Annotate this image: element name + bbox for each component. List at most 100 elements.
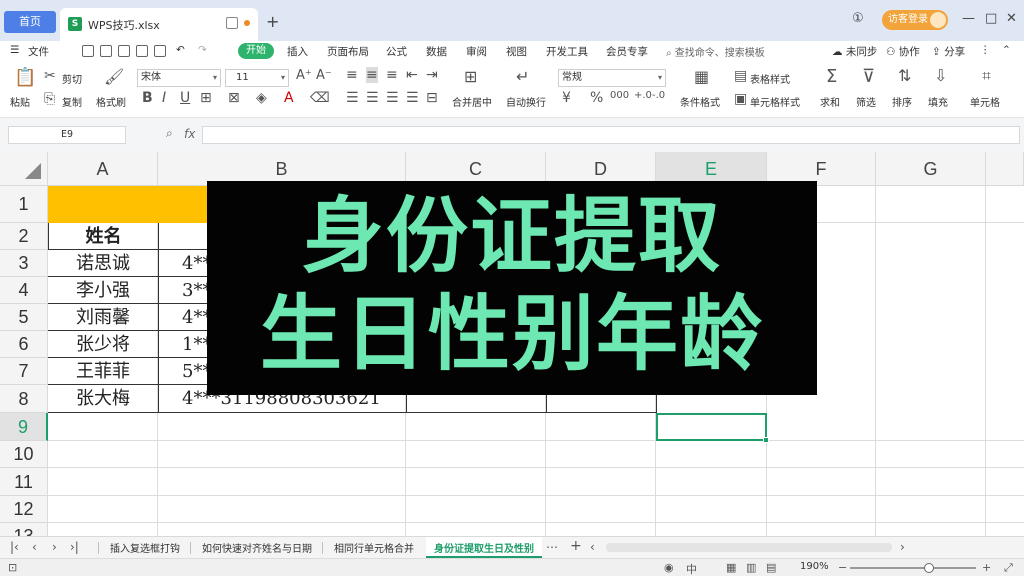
italic-icon[interactable]: I (162, 90, 166, 106)
new-tab-button[interactable]: + (266, 12, 279, 31)
strikethrough-icon[interactable]: ⊠ (228, 90, 240, 106)
paste-button[interactable]: 粘贴 (10, 94, 30, 109)
menu-view[interactable]: 视图 (506, 44, 527, 59)
bold-icon[interactable]: B (142, 90, 153, 106)
share-button[interactable]: ⇪ 分享 (932, 44, 965, 59)
column-header-g[interactable]: G (876, 152, 986, 186)
increase-font-icon[interactable]: A⁺ (296, 68, 312, 83)
next-sheet-icon[interactable]: › (52, 540, 57, 554)
collapse-ribbon-icon[interactable]: ⌃ (1002, 44, 1011, 56)
increase-decimal-icon[interactable]: +.0 (634, 90, 652, 101)
hamburger-icon[interactable]: ☰ (10, 44, 19, 56)
align-middle-icon[interactable]: ≡ (366, 67, 378, 83)
menu-insert[interactable]: 插入 (287, 44, 308, 59)
table-style-icon[interactable]: ▤ (734, 68, 747, 84)
menu-data[interactable]: 数据 (426, 44, 447, 59)
cell-style-button[interactable]: 单元格样式 (750, 94, 800, 109)
row-header-10[interactable]: 10 (0, 441, 48, 468)
currency-icon[interactable]: ¥ (562, 90, 571, 106)
row-header-4[interactable]: 4 (0, 277, 48, 304)
save-icon[interactable] (82, 45, 94, 57)
row-header-6[interactable]: 6 (0, 331, 48, 358)
zoom-in-icon[interactable]: + (982, 561, 991, 574)
redo-icon[interactable]: ↷ (198, 44, 207, 56)
horizontal-scrollbar[interactable] (606, 543, 892, 552)
clear-format-icon[interactable]: ⌫ (310, 90, 330, 106)
minimize-icon[interactable]: — (962, 11, 975, 26)
cell-a8[interactable]: 张大梅 (48, 385, 159, 413)
conditional-format-icon[interactable]: ▦ (694, 67, 709, 86)
more-icon[interactable]: ⋮ (980, 44, 991, 56)
print-icon[interactable] (136, 45, 148, 57)
cell-a6[interactable]: 张少将 (48, 331, 159, 358)
thousands-icon[interactable]: 000 (610, 90, 629, 101)
copy-button[interactable]: 复制 (62, 94, 82, 109)
normal-view-icon[interactable]: ▦ (726, 561, 736, 574)
filter-icon[interactable]: ⊽ (862, 66, 875, 87)
wrap-text-icon[interactable]: ↵ (516, 67, 529, 86)
sheet-more-icon[interactable]: ⋯ (546, 540, 558, 554)
open-icon[interactable] (100, 45, 112, 57)
sort-icon[interactable]: ⇅ (898, 66, 911, 85)
underline-icon[interactable]: U (180, 90, 190, 106)
command-search[interactable]: ⌕ 查找命令、搜索模板 (666, 44, 765, 59)
formula-input[interactable] (202, 126, 1020, 144)
cell-a5[interactable]: 刘雨馨 (48, 304, 159, 331)
indent-decrease-icon[interactable]: ⇤ (406, 67, 418, 83)
format-painter-icon[interactable]: 🖌 (104, 67, 124, 86)
page-layout-view-icon[interactable]: ▥ (746, 561, 756, 574)
sort-button[interactable]: 排序 (892, 94, 912, 109)
filter-button[interactable]: 筛选 (856, 94, 876, 109)
row-header-12[interactable]: 12 (0, 496, 48, 523)
active-cell-e9[interactable] (656, 413, 769, 443)
window-layout-icon[interactable]: ① (852, 11, 864, 26)
menu-member[interactable]: 会员专享 (606, 44, 648, 59)
menu-review[interactable]: 审阅 (466, 44, 487, 59)
menu-page-layout[interactable]: 页面布局 (327, 44, 369, 59)
row-header-5[interactable]: 5 (0, 304, 48, 331)
cell-a4[interactable]: 李小强 (48, 277, 159, 304)
sheet-tab-4[interactable]: 身份证提取生日及性别 (426, 537, 542, 558)
undo-icon[interactable]: ↶ (176, 44, 185, 56)
font-color-icon[interactable]: A (284, 90, 294, 106)
percent-icon[interactable]: % (590, 90, 603, 106)
cell-icon[interactable]: ⌗ (982, 66, 991, 86)
row-header-7[interactable]: 7 (0, 358, 48, 385)
align-top-icon[interactable]: ≡ (346, 67, 358, 83)
column-header-a[interactable]: A (48, 152, 158, 186)
zoom-slider-knob[interactable] (924, 563, 934, 573)
row-header-13[interactable]: 13 (0, 523, 48, 536)
menu-formula[interactable]: 公式 (386, 44, 407, 59)
cell-style-icon[interactable]: ▣ (734, 91, 747, 107)
distributed-icon[interactable]: ⊟ (426, 90, 438, 106)
align-right-icon[interactable]: ☰ (386, 90, 399, 106)
font-size-select[interactable]: 11 ▾ (225, 69, 289, 87)
home-tab[interactable]: 首页 (4, 11, 56, 33)
cell-a7[interactable]: 王菲菲 (48, 358, 159, 385)
column-header-next[interactable] (986, 152, 1024, 186)
merge-center-button[interactable]: 合并居中 (452, 94, 492, 109)
fill-handle[interactable] (763, 437, 769, 443)
select-all-corner[interactable] (0, 152, 48, 186)
conditional-format-button[interactable]: 条件格式 (680, 94, 720, 109)
page-break-view-icon[interactable]: ▤ (766, 561, 776, 574)
maximize-icon[interactable]: □ (985, 11, 997, 26)
fullscreen-icon[interactable]: ⤢ (1004, 561, 1013, 575)
zoom-out-icon[interactable]: − (838, 561, 847, 574)
add-sheet-button[interactable]: + (570, 538, 582, 554)
eye-protection-icon[interactable]: ◉ (664, 561, 674, 574)
row-header-3[interactable]: 3 (0, 250, 48, 277)
number-format-select[interactable]: 常规 ▾ (558, 69, 666, 87)
cut-button[interactable]: 剪切 (62, 71, 82, 86)
fill-icon[interactable]: ⇩ (934, 66, 947, 85)
wrap-text-button[interactable]: 自动换行 (506, 94, 546, 109)
export-icon[interactable] (154, 45, 166, 57)
fill-color-icon[interactable]: ◈ (256, 90, 267, 106)
border-icon[interactable]: ⊞ (200, 90, 212, 106)
last-sheet-icon[interactable]: ›| (70, 540, 79, 554)
align-left-icon[interactable]: ☰ (346, 90, 359, 106)
format-painter-button[interactable]: 格式刷 (96, 94, 126, 109)
cell-a2[interactable]: 姓名 (48, 223, 159, 250)
row-header-2[interactable]: 2 (0, 223, 48, 250)
sheet-tab-2[interactable]: 如何快速对齐姓名与日期 (202, 540, 312, 555)
